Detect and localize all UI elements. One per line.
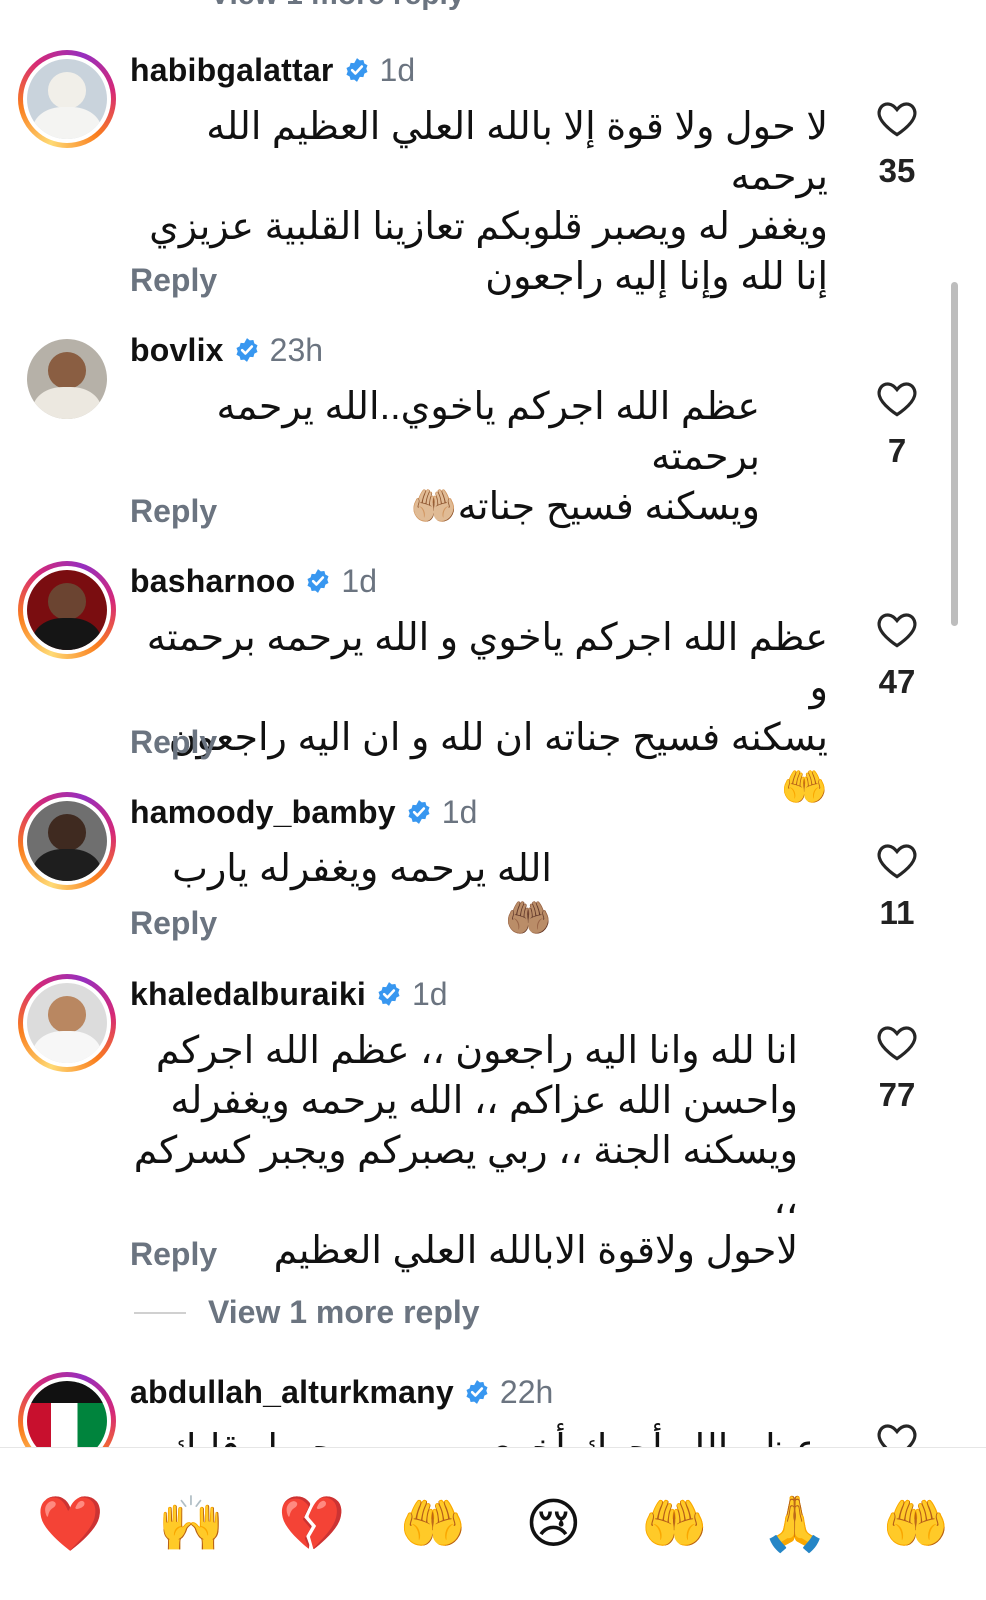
verified-badge-icon bbox=[378, 982, 400, 1006]
comment-item-partial: abdullah_alturkmany 22h عظم الله أجرك أخ… bbox=[0, 1360, 986, 1447]
crying-face-emoji-button[interactable]: 😢 bbox=[513, 1494, 593, 1554]
reply-button[interactable]: Reply bbox=[130, 1236, 217, 1273]
divider bbox=[134, 1311, 186, 1314]
heart-icon[interactable] bbox=[876, 378, 918, 418]
heart-icon[interactable] bbox=[876, 98, 918, 138]
heart-icon[interactable] bbox=[876, 840, 918, 880]
username[interactable]: khaledalburaiki bbox=[130, 976, 366, 1013]
broken-heart-emoji-button[interactable]: 💔 bbox=[272, 1494, 352, 1554]
username[interactable]: basharnoo bbox=[130, 563, 295, 600]
avatar[interactable] bbox=[18, 1372, 116, 1447]
scrollbar[interactable] bbox=[951, 282, 958, 626]
reply-button[interactable]: Reply bbox=[130, 724, 217, 761]
verified-badge-icon bbox=[408, 800, 430, 824]
verified-badge-icon bbox=[236, 338, 258, 362]
avatar[interactable] bbox=[18, 792, 116, 890]
heart-icon[interactable] bbox=[876, 609, 918, 649]
reply-button[interactable]: Reply bbox=[130, 905, 217, 942]
username[interactable]: hamoody_bamby bbox=[130, 794, 396, 831]
username[interactable]: abdullah_alturkmany bbox=[130, 1374, 454, 1411]
like-count: 7 bbox=[887, 432, 907, 469]
palms-up-emoji-button-2[interactable]: 🤲 bbox=[634, 1494, 714, 1554]
avatar[interactable] bbox=[18, 974, 116, 1072]
timestamp: 1d bbox=[411, 975, 448, 1012]
comment-text: عظم الله اجركم ياخوي و الله يرحمه برحمته… bbox=[146, 617, 828, 809]
avatar[interactable] bbox=[18, 330, 116, 428]
palms-up-emoji-button[interactable]: 🤲 bbox=[393, 1494, 473, 1554]
verified-badge-icon bbox=[346, 58, 368, 82]
avatar[interactable] bbox=[18, 50, 116, 148]
folded-hands-emoji-button[interactable]: 🙏 bbox=[755, 1494, 835, 1554]
verified-badge-icon bbox=[466, 1380, 488, 1404]
username[interactable]: bovlix bbox=[130, 332, 224, 369]
emoji-reaction-bar: ❤️ 🙌 💔 🤲 😢 🤲 🙏 🤲 bbox=[0, 1447, 986, 1600]
verified-badge-icon bbox=[307, 569, 329, 593]
comment-text: لا حول ولا قوة إلا بالله العلي العظيم ال… bbox=[149, 106, 828, 298]
view-more-label: View 1 more reply bbox=[208, 1294, 480, 1330]
like-count: 47 bbox=[878, 663, 916, 700]
username[interactable]: habibgalattar bbox=[130, 52, 334, 89]
timestamp: 22h bbox=[499, 1373, 554, 1410]
reply-button[interactable]: Reply bbox=[130, 493, 217, 530]
avatar[interactable] bbox=[18, 561, 116, 659]
timestamp: 1d bbox=[341, 562, 377, 599]
comment-text: انا لله وانا اليه راجعون ،، عظم الله اجر… bbox=[133, 1030, 798, 1272]
comment-text: عظم الله اجركم ياخوي..الله يرحمه برحمته … bbox=[216, 386, 760, 528]
palms-up-emoji-button-3[interactable]: 🤲 bbox=[876, 1494, 956, 1554]
heart-icon[interactable] bbox=[876, 1420, 918, 1447]
reply-button[interactable]: Reply bbox=[130, 262, 217, 299]
like-count: 77 bbox=[878, 1076, 916, 1113]
timestamp: 23h bbox=[269, 331, 324, 368]
view-more-replies-button[interactable]: View 1 more reply bbox=[134, 1294, 480, 1331]
timestamp: 1d bbox=[379, 51, 416, 88]
heart-icon[interactable] bbox=[876, 1022, 918, 1062]
like-count: 11 bbox=[879, 894, 915, 931]
timestamp: 1d bbox=[441, 793, 478, 830]
red-heart-emoji-button[interactable]: ❤️ bbox=[30, 1494, 110, 1554]
like-count: 35 bbox=[878, 152, 916, 189]
top-view-more-partial[interactable]: View 1 more reply bbox=[210, 0, 465, 12]
raising-hands-emoji-button[interactable]: 🙌 bbox=[151, 1494, 231, 1554]
comment-text: عظم الله أجرك أخوي ... وصبر جميل قلبك 🙏🏻 bbox=[128, 1424, 818, 1447]
